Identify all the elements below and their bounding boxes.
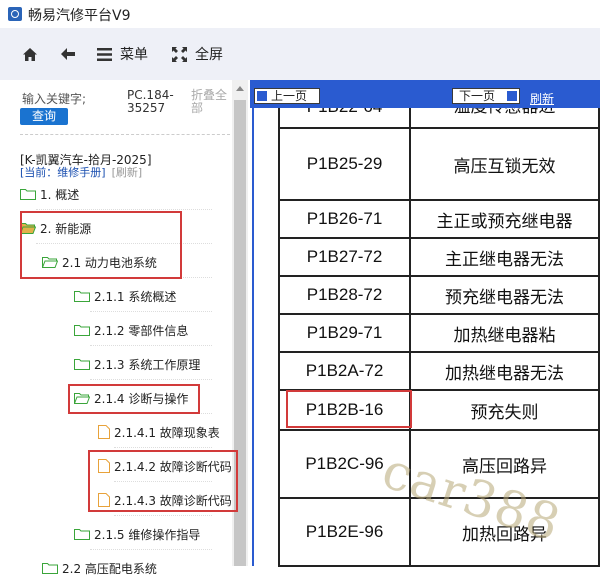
dtc-desc-cell: 预充失则 bbox=[409, 389, 600, 431]
dtc-desc-cell: 主正继电器无法 bbox=[409, 237, 600, 277]
tree-item-overview[interactable]: 1. 概述 bbox=[20, 183, 79, 205]
highlight-box bbox=[20, 211, 182, 279]
app-logo-icon bbox=[8, 7, 22, 21]
divider bbox=[36, 209, 212, 210]
divider bbox=[90, 345, 212, 346]
current-section: [当前：维修手册] [刷新] bbox=[20, 164, 142, 180]
scroll-up-arrow-icon[interactable] bbox=[236, 86, 244, 91]
divider bbox=[20, 134, 230, 135]
tree-item-label: 2.1.1 系统概述 bbox=[94, 289, 177, 304]
tree-item-label: 2.1.4.1 故障现象表 bbox=[114, 425, 220, 440]
tree-item-system-overview[interactable]: 2.1.1 系统概述 bbox=[74, 285, 176, 307]
divider bbox=[90, 549, 212, 550]
folder-icon bbox=[20, 189, 36, 200]
arrow-left-icon bbox=[257, 91, 267, 101]
fullscreen-label: 全屏 bbox=[195, 47, 223, 63]
table-row: P1B29-71 加热继电器粘 bbox=[277, 313, 600, 353]
home-icon bbox=[23, 47, 37, 61]
divider bbox=[114, 447, 212, 448]
fullscreen-icon bbox=[172, 46, 187, 62]
tree-item-working-principle[interactable]: 2.1.3 系统工作原理 bbox=[74, 353, 200, 375]
arrow-right-icon bbox=[507, 91, 517, 101]
folder-icon bbox=[74, 529, 90, 540]
page-refresh-link[interactable]: 刷新 bbox=[530, 90, 554, 107]
dtc-code-cell: P1B28-72 bbox=[277, 275, 412, 315]
tree-item-label: 2.2 高压配电系统 bbox=[62, 561, 157, 576]
tree-item-hv-distribution[interactable]: 2.2 高压配电系统 bbox=[42, 557, 157, 579]
divider bbox=[90, 311, 212, 312]
folder-icon bbox=[42, 563, 58, 574]
table-row: P1B27-72 主正继电器无法 bbox=[277, 237, 600, 277]
tree-item-label: 2.1.5 维修操作指导 bbox=[94, 527, 201, 542]
folder-icon bbox=[74, 325, 90, 336]
highlight-box bbox=[88, 450, 238, 512]
toolbar: 菜单 全屏 bbox=[0, 28, 600, 80]
highlight-box bbox=[68, 384, 200, 414]
current-label: [当前：维修手册] bbox=[20, 166, 106, 179]
search-code-text: PC.184-35257 bbox=[127, 88, 174, 115]
app-title: 畅易汽修平台V9 bbox=[28, 8, 131, 24]
tree-item-label: 2.1.2 零部件信息 bbox=[94, 323, 189, 338]
dtc-code-cell: P1B2A-72 bbox=[277, 351, 412, 391]
query-button[interactable]: 查询 bbox=[20, 108, 68, 125]
title-bar: 畅易汽修平台V9 bbox=[0, 0, 600, 28]
dtc-desc-cell: 预充继电器无法 bbox=[409, 275, 600, 315]
table-row: P1B2A-72 加热继电器无法 bbox=[277, 351, 600, 391]
divider bbox=[90, 379, 212, 380]
viewer-margin bbox=[250, 100, 278, 566]
tree-item-label: 2.1.3 系统工作原理 bbox=[94, 357, 201, 372]
dtc-code-cell: P1B27-72 bbox=[277, 237, 412, 277]
dtc-code-cell: P1B29-71 bbox=[277, 313, 412, 353]
prev-page-label: 上一页 bbox=[271, 89, 308, 103]
tree-refresh-link[interactable]: [刷新] bbox=[112, 166, 143, 179]
menu-button[interactable]: 菜单 bbox=[97, 28, 148, 80]
dtc-desc-cell: 加热继电器粘 bbox=[409, 313, 600, 353]
search-input[interactable] bbox=[20, 89, 122, 107]
divider bbox=[114, 515, 212, 516]
collapse-all-button[interactable]: 折叠全部 bbox=[191, 89, 231, 115]
tree-item-symptom-table[interactable]: 2.1.4.1 故障现象表 bbox=[98, 421, 220, 443]
next-page-button[interactable]: 下一页 bbox=[452, 88, 520, 104]
next-page-label: 下一页 bbox=[459, 89, 496, 103]
prev-page-button[interactable]: 上一页 bbox=[254, 88, 320, 104]
table-row: P1B28-72 预充继电器无法 bbox=[277, 275, 600, 315]
menu-icon bbox=[97, 47, 112, 61]
tree-item-label: 1. 概述 bbox=[40, 187, 80, 202]
fullscreen-button[interactable]: 全屏 bbox=[172, 28, 223, 80]
back-arrow-icon bbox=[61, 48, 75, 60]
dtc-desc-cell: 高压互锁无效 bbox=[409, 127, 600, 201]
tree-item-components[interactable]: 2.1.2 零部件信息 bbox=[74, 319, 188, 341]
document-icon bbox=[98, 425, 110, 439]
dtc-code-cell: P1B2E-96 bbox=[277, 497, 412, 567]
folder-icon bbox=[74, 359, 90, 370]
menu-label: 菜单 bbox=[120, 47, 148, 63]
dtc-desc-cell: 主正或预充继电器 bbox=[409, 199, 600, 239]
home-button[interactable] bbox=[22, 28, 38, 80]
back-button[interactable] bbox=[60, 28, 76, 80]
tree-item-repair-guide[interactable]: 2.1.5 维修操作指导 bbox=[74, 523, 200, 545]
dtc-code-cell: P1B25-29 bbox=[277, 127, 412, 201]
folder-icon bbox=[74, 291, 90, 302]
table-row: P1B25-29 高压互锁无效 bbox=[277, 127, 600, 201]
highlight-box bbox=[286, 390, 412, 428]
dtc-code-cell: P1B26-71 bbox=[277, 199, 412, 239]
dtc-desc-cell: 加热继电器无法 bbox=[409, 351, 600, 391]
viewer-border bbox=[252, 100, 254, 566]
table-row: P1B26-71 主正或预充继电器 bbox=[277, 199, 600, 239]
